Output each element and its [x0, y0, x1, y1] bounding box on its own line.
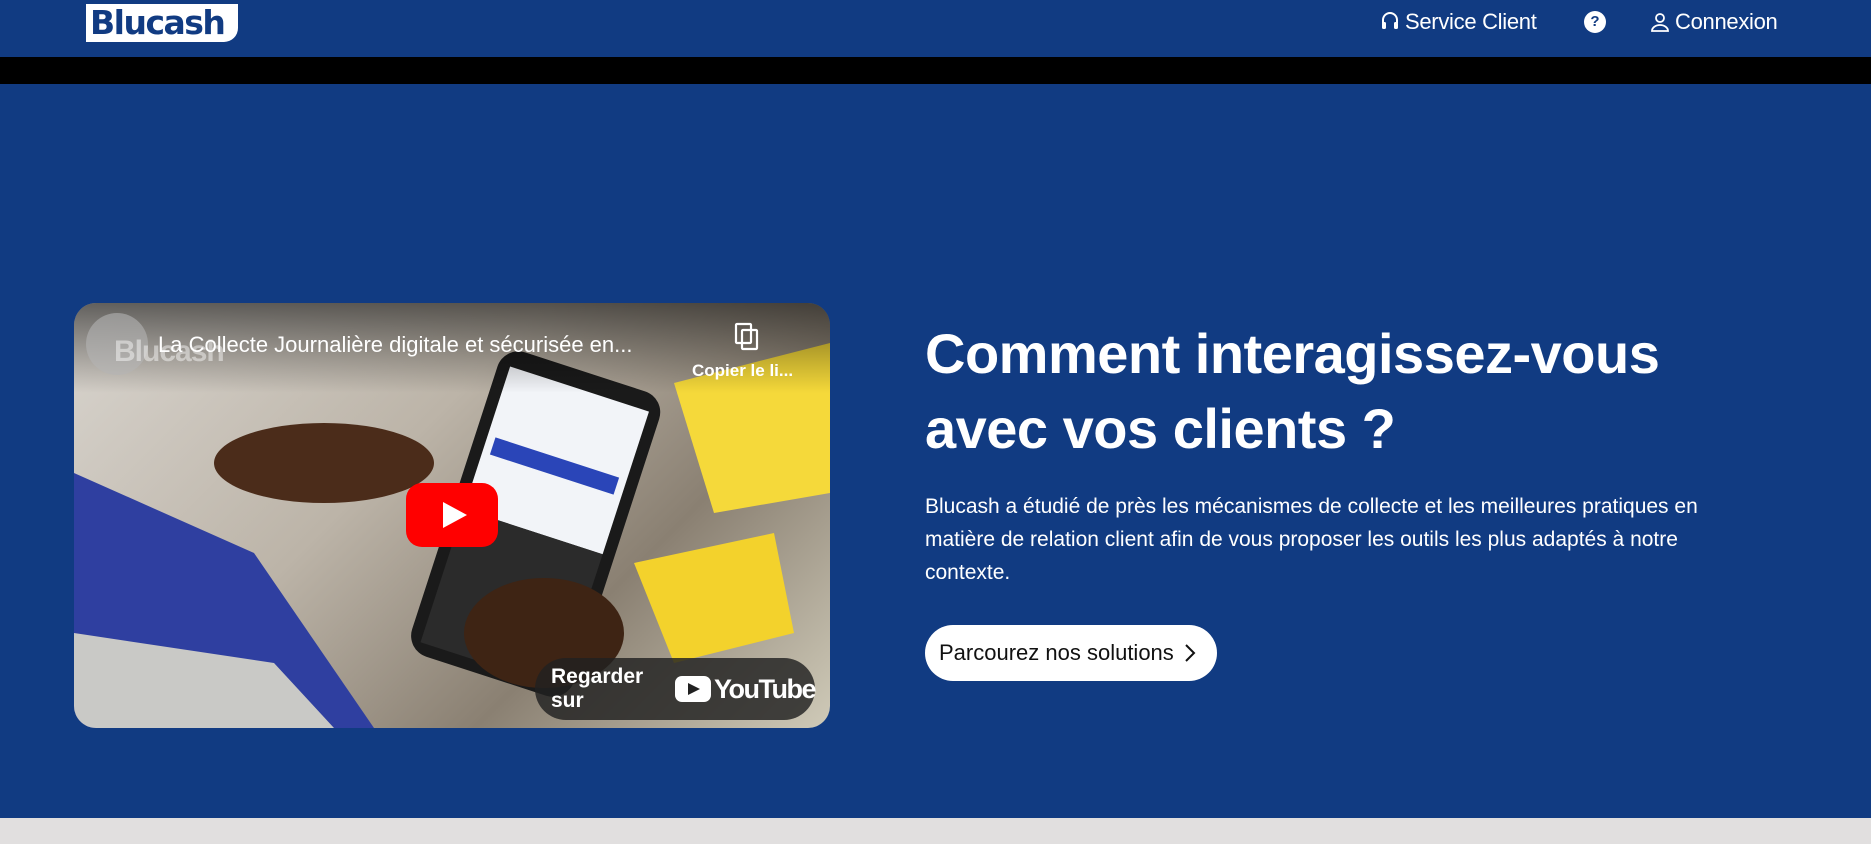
copy-link-icon[interactable] [734, 322, 760, 352]
youtube-play-icon [675, 676, 712, 702]
user-icon [1651, 13, 1669, 32]
connexion-label: Connexion [1675, 9, 1778, 34]
connexion-link[interactable]: Connexion [1650, 8, 1778, 36]
play-button[interactable] [406, 483, 498, 547]
solutions-button-label: Parcourez nos solutions [939, 640, 1174, 665]
top-navbar: Blucash Service Client ? Connexion [0, 0, 1871, 57]
service-client-link[interactable]: Service Client [1380, 8, 1537, 36]
watch-on-label: Regarder sur [551, 665, 644, 712]
copy-link-label[interactable]: Copier le li... [692, 361, 793, 381]
watch-on-youtube-button[interactable]: Regarder sur YouTube [535, 658, 816, 720]
service-client-label: Service Client [1405, 9, 1537, 34]
divider-strip [0, 57, 1871, 84]
solutions-button[interactable]: Parcourez nos solutions [925, 625, 1217, 681]
youtube-logo: YouTube [675, 673, 816, 705]
help-icon[interactable]: ? [1584, 11, 1606, 33]
youtube-wordmark: YouTube [714, 673, 816, 704]
hero-section: Blucash La Collecte Journalière digitale… [0, 84, 1871, 818]
headset-icon [1382, 12, 1398, 29]
blucash-logo[interactable]: Blucash [86, 4, 238, 42]
page-footer-band [0, 818, 1871, 844]
chevron-right-icon [1185, 644, 1196, 662]
hero-title: Comment interagissez-vous avec vos clien… [925, 322, 1660, 460]
youtube-video-embed[interactable]: Blucash La Collecte Journalière digitale… [74, 303, 830, 728]
hero-description: Blucash a étudié de près les mécanismes … [925, 495, 1698, 584]
video-title[interactable]: La Collecte Journalière digitale et sécu… [158, 332, 678, 358]
